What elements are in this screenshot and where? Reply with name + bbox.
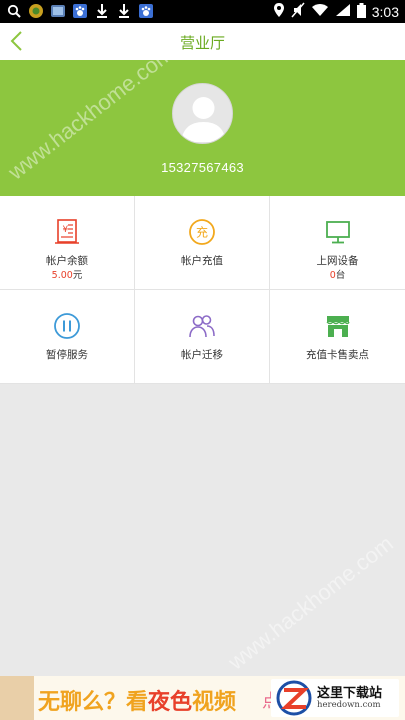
grid-item-migrate[interactable]: 帐户迁移 [135, 290, 270, 384]
ad-banner[interactable]: 无聊么？看夜色视频 点 这里下载站 heredown.com [0, 676, 405, 720]
users-icon [189, 315, 215, 338]
download-icon [116, 3, 132, 19]
app-icon [28, 3, 44, 19]
wifi-icon [311, 3, 329, 21]
monitor-icon [325, 221, 350, 244]
site-url: heredown.com [317, 700, 381, 710]
image-icon [50, 3, 66, 19]
svg-text:¥: ¥ [63, 225, 69, 235]
battery-icon [356, 2, 366, 22]
balance-icon: ¥ [55, 219, 79, 244]
z-logo-icon [276, 680, 312, 716]
grid-item-pause[interactable]: 暂停服务 [0, 290, 135, 384]
grid-item-balance[interactable]: ¥ 帐户余额 5.00元 [0, 196, 135, 290]
device-count: 0台 [329, 270, 346, 281]
page-title: 营业厅 [179, 34, 225, 52]
nav-bar: 营业厅 [0, 23, 405, 60]
clock: 3:03 [371, 4, 399, 20]
pause-icon [54, 313, 80, 339]
grid-item-store[interactable]: 充值卡售卖点 [270, 290, 405, 384]
avatar[interactable] [172, 83, 233, 144]
location-icon [273, 2, 285, 22]
site-name: 这里下载站 [317, 686, 383, 701]
grid-item-label: 暂停服务 [46, 349, 88, 361]
phone-number: 15327567463 [161, 160, 244, 175]
grid-item-label: 帐户迁移 [181, 349, 223, 361]
signal-icon [335, 3, 351, 21]
grid-item-label: 帐户余额 [46, 255, 88, 267]
grid-item-label: 帐户充值 [181, 255, 223, 267]
user-icon [181, 97, 226, 142]
mute-icon [291, 2, 305, 22]
paw-icon [72, 3, 88, 19]
download-icon [94, 3, 110, 19]
paw-icon [138, 3, 154, 19]
grid-item-label: 充值卡售卖点 [306, 349, 369, 361]
status-bar: 3:03 [0, 0, 405, 23]
ad-text: 无聊么？看夜色视频 [38, 690, 237, 715]
notification-icons [6, 3, 154, 19]
balance-value: 5.00元 [51, 270, 83, 281]
grid-item-label: 上网设备 [316, 255, 359, 267]
profile-header: 15327567463 [0, 60, 405, 196]
search-icon [6, 3, 22, 19]
grid-item-recharge[interactable]: 充 帐户充值 [135, 196, 270, 290]
grid-item-devices[interactable]: 上网设备 0台 [270, 196, 405, 290]
system-icons: 3:03 [273, 2, 399, 22]
store-icon [326, 316, 350, 337]
svg-text:充: 充 [196, 225, 208, 240]
site-logo: 这里下载站 heredown.com [271, 679, 399, 717]
ad-thumbnail [0, 676, 34, 720]
function-grid: ¥ 帐户余额 5.00元 充 帐户充值 上网设备 0台 暂停服务 帐户迁移 充值… [0, 196, 405, 384]
recharge-icon: 充 [189, 219, 215, 245]
watermark: www.hackhome.com [223, 530, 398, 675]
